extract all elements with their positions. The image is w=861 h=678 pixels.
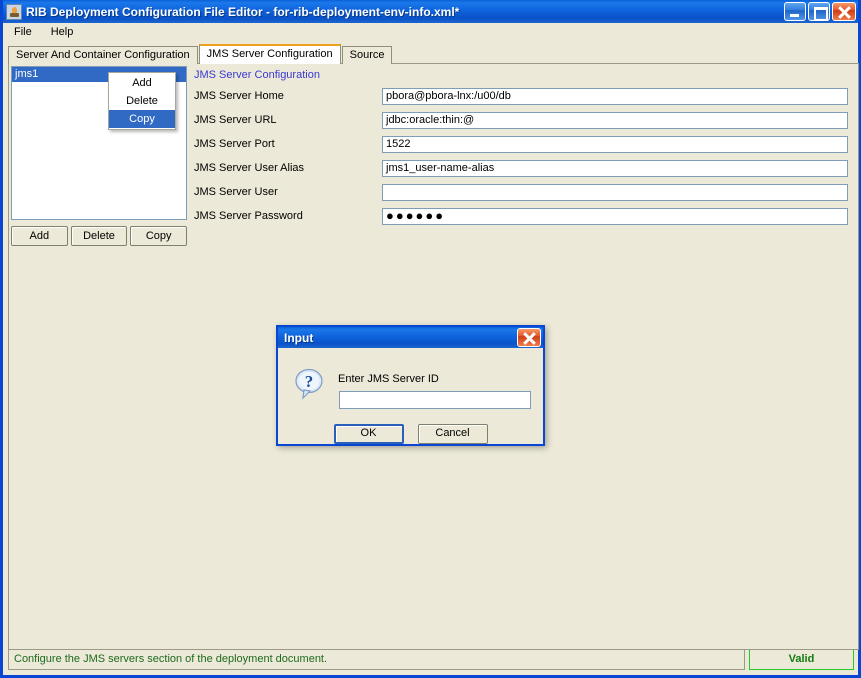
- input-jms-server-user[interactable]: [382, 183, 848, 201]
- input-jms-server-user-alias[interactable]: jms1_user-name-alias: [382, 159, 848, 177]
- label-jms-server-user: JMS Server User: [194, 186, 278, 198]
- input-jms-server-home[interactable]: pbora@pbora-lnx:/u00/db: [382, 87, 848, 105]
- question-bubble-icon: ?: [295, 368, 323, 400]
- dialog-prompt-label: Enter JMS Server ID: [338, 373, 439, 385]
- jms-server-id-input[interactable]: [339, 391, 531, 409]
- jms-server-configuration-panel: jms1 Add Delete Copy Add Delete Copy JMS…: [8, 63, 859, 650]
- menu-item-help[interactable]: Help: [46, 24, 82, 40]
- input-jms-server-url[interactable]: jdbc:oracle:thin:@: [382, 111, 848, 129]
- tab-source[interactable]: Source: [341, 46, 393, 64]
- input-jms-server-password[interactable]: ●●●●●●: [382, 207, 848, 225]
- jms-server-form: JMS Server Configuration JMS Server Home…: [191, 66, 856, 228]
- close-button[interactable]: [832, 2, 856, 21]
- context-menu-item-add[interactable]: Add: [109, 74, 175, 92]
- context-menu-item-delete[interactable]: Delete: [109, 92, 175, 110]
- label-jms-server-user-alias: JMS Server User Alias: [194, 162, 305, 174]
- delete-button[interactable]: Delete: [70, 226, 128, 246]
- form-section-title: JMS Server Configuration: [194, 69, 320, 81]
- menu-bar: File Help: [3, 23, 858, 41]
- dialog-title-bar: Input: [278, 327, 543, 348]
- app-coffee-icon: [6, 3, 22, 20]
- dialog-body: ? Enter JMS Server ID OK Cancel: [278, 348, 543, 444]
- add-button[interactable]: Add: [11, 226, 68, 246]
- form-row-jms-server-home: JMS Server Home pbora@pbora-lnx:/u00/db: [191, 84, 856, 108]
- copy-button[interactable]: Copy: [130, 226, 188, 246]
- list-button-row: Add Delete Copy: [11, 226, 188, 246]
- tab-jms-server-configuration[interactable]: JMS Server Configuration: [198, 44, 341, 64]
- status-badge: Valid: [749, 648, 854, 670]
- dialog-button-row: OK Cancel: [278, 424, 543, 444]
- form-row-jms-server-port: JMS Server Port 1522: [191, 132, 856, 156]
- menu-item-file[interactable]: File: [9, 24, 40, 40]
- dialog-close-button[interactable]: [517, 328, 541, 347]
- content-area: Server And Container Configuration JMS S…: [3, 41, 859, 650]
- form-row-jms-server-password: JMS Server Password ●●●●●●: [191, 204, 856, 228]
- tab-server-and-container-configuration[interactable]: Server And Container Configuration: [8, 46, 198, 64]
- label-jms-server-home: JMS Server Home: [194, 90, 284, 102]
- context-menu: Add Delete Copy: [108, 72, 176, 130]
- window-title: RIB Deployment Configuration File Editor…: [26, 4, 460, 19]
- form-row-jms-server-user-alias: JMS Server User Alias jms1_user-name-ali…: [191, 156, 856, 180]
- dialog-title: Input: [284, 330, 314, 345]
- title-bar: RIB Deployment Configuration File Editor…: [3, 0, 858, 23]
- ok-button[interactable]: OK: [333, 424, 404, 444]
- cancel-button[interactable]: Cancel: [417, 424, 488, 444]
- tab-strip: Server And Container Configuration JMS S…: [8, 44, 393, 64]
- label-jms-server-port: JMS Server Port: [194, 138, 275, 150]
- label-jms-server-url: JMS Server URL: [194, 114, 277, 126]
- jms-server-list-panel: jms1 Add Delete Copy Add Delete Copy: [11, 66, 188, 298]
- window-controls: [784, 2, 856, 21]
- input-dialog: Input ? Enter JMS Server ID OK Cancel: [276, 325, 545, 446]
- form-row-jms-server-url: JMS Server URL jdbc:oracle:thin:@: [191, 108, 856, 132]
- input-jms-server-port[interactable]: 1522: [382, 135, 848, 153]
- svg-text:?: ?: [305, 372, 314, 391]
- context-menu-item-copy[interactable]: Copy: [109, 110, 175, 128]
- status-message: Configure the JMS servers section of the…: [8, 648, 745, 670]
- maximize-icon: [809, 3, 829, 21]
- application-window: RIB Deployment Configuration File Editor…: [0, 0, 861, 678]
- form-row-jms-server-user: JMS Server User: [191, 180, 856, 204]
- close-icon: [833, 3, 855, 20]
- close-icon: [518, 329, 540, 346]
- label-jms-server-password: JMS Server Password: [194, 210, 303, 222]
- minimize-icon: [785, 3, 805, 20]
- minimize-button[interactable]: [784, 2, 806, 21]
- maximize-button[interactable]: [808, 2, 830, 21]
- status-bar: Configure the JMS servers section of the…: [3, 646, 858, 675]
